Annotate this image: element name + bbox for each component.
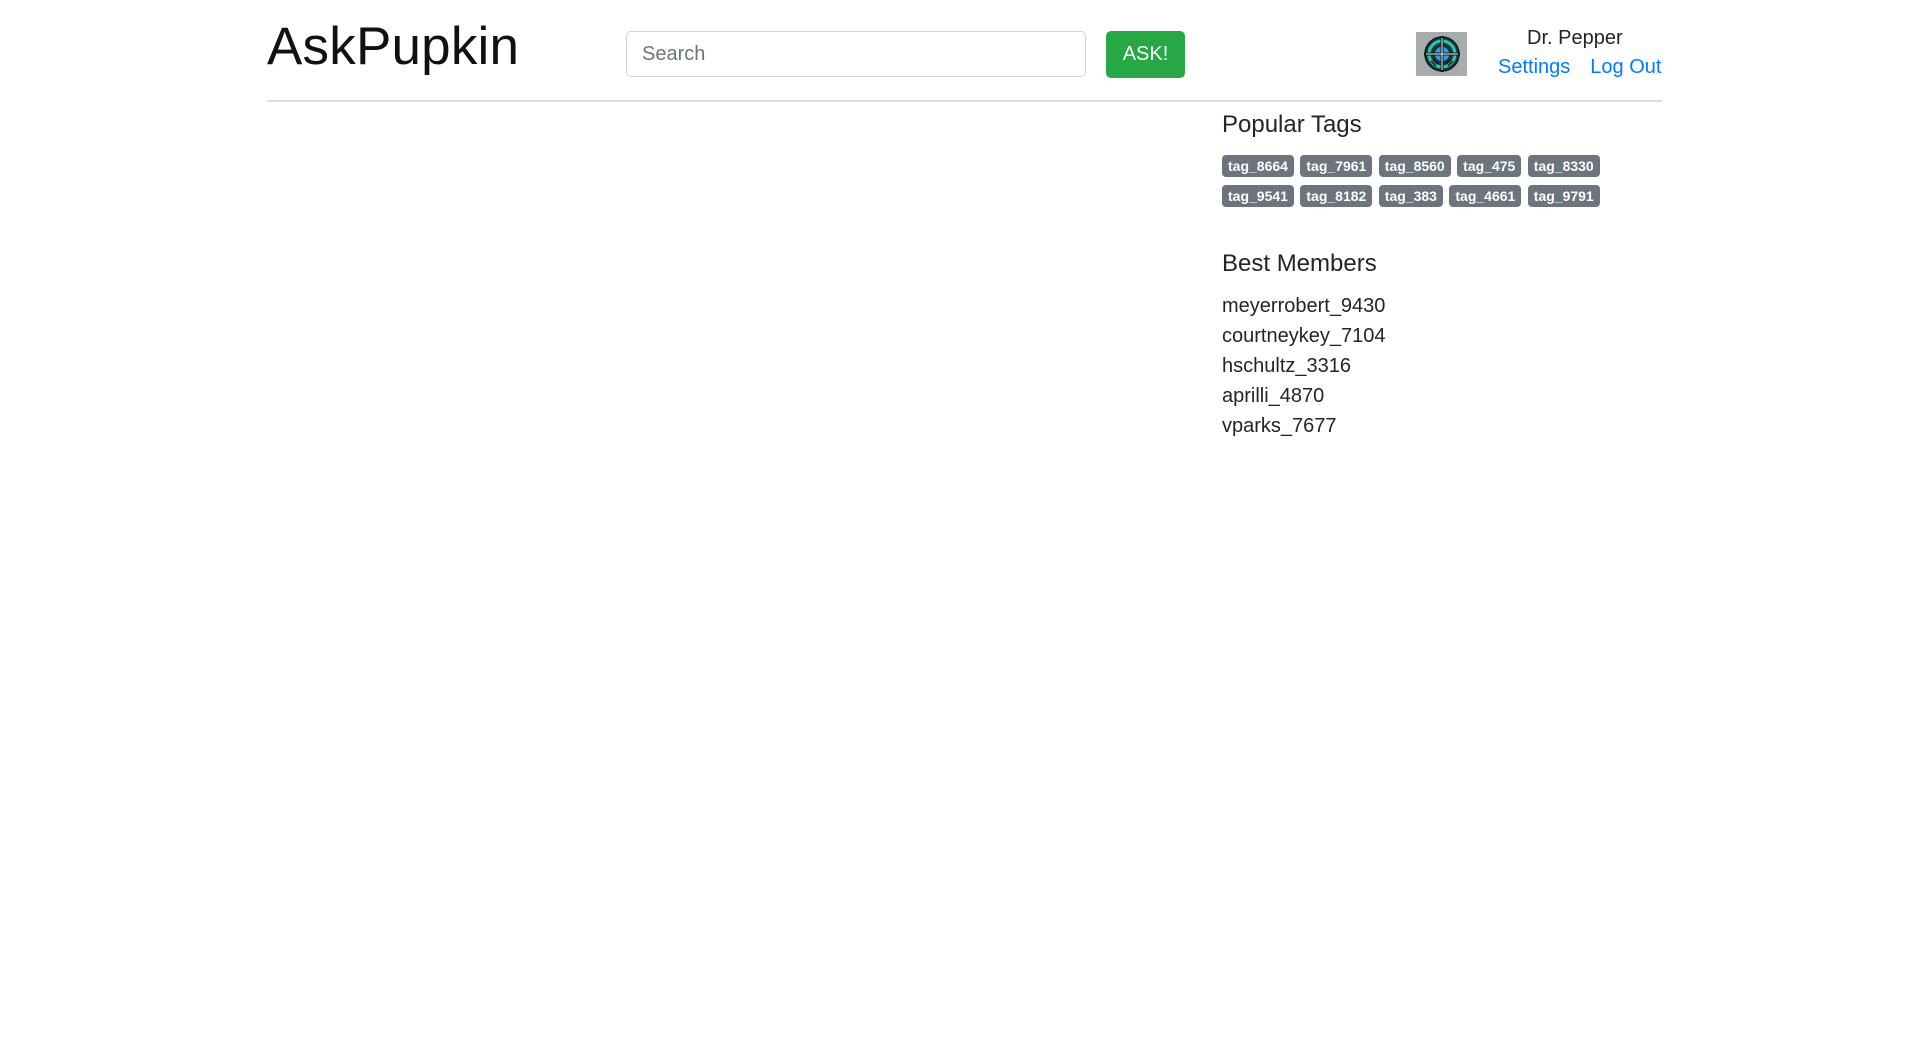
- member-item[interactable]: meyerrobert_9430: [1222, 291, 1662, 321]
- popular-tags-title: Popular Tags: [1222, 111, 1362, 138]
- tag-badge[interactable]: tag_8560: [1378, 155, 1451, 177]
- best-members-title: Best Members: [1222, 250, 1377, 277]
- avatar[interactable]: [1416, 32, 1467, 76]
- tag-badge[interactable]: tag_9541: [1222, 185, 1294, 207]
- tag-badge[interactable]: tag_475: [1457, 155, 1522, 177]
- tag-badge[interactable]: tag_8664: [1222, 155, 1294, 177]
- popular-tags-list: tag_8664 tag_7961 tag_8560 tag_475 tag_8…: [1222, 155, 1642, 215]
- tag-badge[interactable]: tag_8330: [1527, 155, 1600, 177]
- best-members-list: meyerrobert_9430 courtneykey_7104 hschul…: [1222, 291, 1662, 441]
- settings-link[interactable]: Settings: [1498, 56, 1570, 78]
- brand-logo[interactable]: AskPupkin: [267, 16, 519, 78]
- member-item[interactable]: courtneykey_7104: [1222, 321, 1662, 351]
- crosshair-globe-icon: [1423, 36, 1460, 72]
- user-name: Dr. Pepper: [1527, 27, 1623, 49]
- ask-button[interactable]: ASK!: [1106, 31, 1185, 78]
- tag-badge[interactable]: tag_8182: [1300, 185, 1373, 207]
- tag-badge[interactable]: tag_9791: [1527, 185, 1600, 207]
- tag-badge[interactable]: tag_7961: [1300, 155, 1373, 177]
- sidebar: Popular Tags tag_8664 tag_7961 tag_8560 …: [1222, 110, 1662, 441]
- member-item[interactable]: aprilli_4870: [1222, 381, 1662, 411]
- member-item[interactable]: vparks_7677: [1222, 411, 1662, 441]
- tag-badge[interactable]: tag_383: [1378, 185, 1443, 207]
- member-item[interactable]: hschultz_3316: [1222, 351, 1662, 381]
- navbar: AskPupkin ASK! Dr. Pepper Settings Log Ou…: [267, 0, 1662, 102]
- page-container: AskPupkin ASK! Dr. Pepper Settings Log Ou…: [267, 0, 1662, 1040]
- logout-link[interactable]: Log Out: [1590, 56, 1661, 78]
- tag-badge[interactable]: tag_4661: [1449, 185, 1522, 207]
- user-links: Settings Log Out: [1498, 56, 1661, 79]
- search-input[interactable]: [626, 31, 1086, 77]
